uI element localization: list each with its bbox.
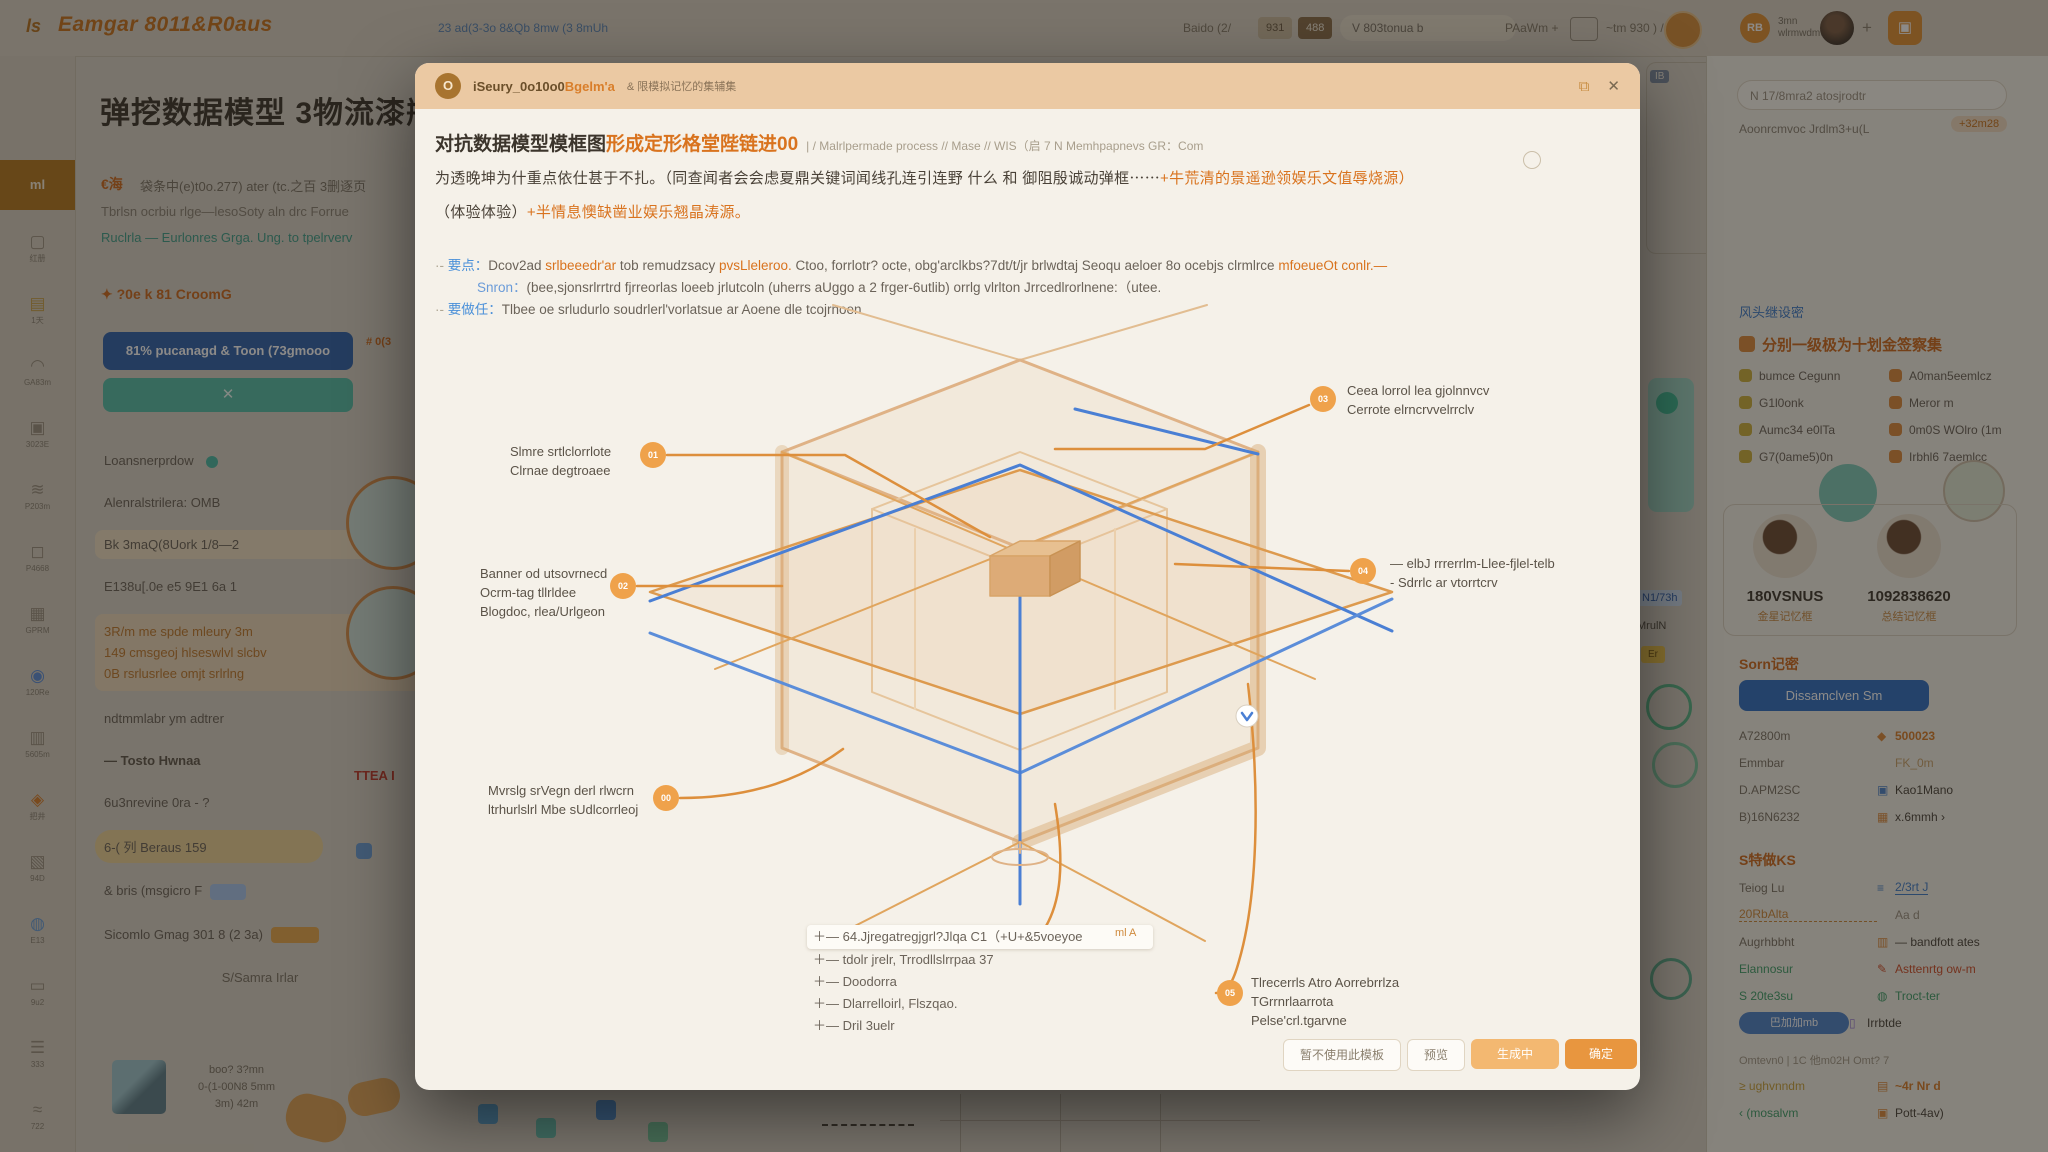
document-title: 对抗数据模型模框图形成定形格堂陛链进00| / Malrlpermade pro… — [435, 129, 1615, 156]
layer-list-item[interactable]: ＋— Dril 3uelr — [813, 1015, 1153, 1037]
layer-list-item[interactable]: ＋— Doodorra — [813, 971, 1153, 993]
copy-icon[interactable]: ⧉ — [1579, 78, 1590, 95]
annotation-right-3: Tlrecerrls Atro AorrebrrlzaTGrrnrlaarrot… — [1251, 973, 1471, 1030]
annotation-line: Pelse'crl.tgarvne — [1251, 1011, 1471, 1030]
modal-button[interactable]: 生成中 — [1471, 1039, 1559, 1069]
annotation-line: Cerrote elrncrvvelrrclv — [1347, 400, 1567, 419]
layer-list-item[interactable]: ＋— tdolr jrelr, Trrodllslrrpaa 37 — [813, 949, 1153, 971]
modal-button[interactable]: 预览 — [1407, 1039, 1465, 1071]
bullet-row-2: Snron：(bee,sjonsrlrrtrd fjrreorlas loeeb… — [435, 277, 1615, 299]
annotation-left-1: Slmre srtlclorrloteClrnae degtroaee — [510, 442, 650, 480]
annotation-line: Clrnae degtroaee — [510, 461, 650, 480]
modal-title: iSeury_0o10o0Bgelm'a — [473, 79, 615, 94]
annotation-right-2: — elbJ rrrerrlm-Llee-fjlel-telb- Sdrrlc … — [1390, 554, 1620, 592]
annotation-line: Ceea lorrol lea gjolnnvcv — [1347, 381, 1567, 400]
close-icon[interactable]: ✕ — [1607, 77, 1620, 95]
modal-app-icon: O — [435, 73, 461, 99]
annotation-left-3: Mvrslg srVegn derl rlwcrnltrhurlslrl Mbe… — [488, 781, 678, 819]
annotation-line: TGrrnrlaarrota — [1251, 992, 1471, 1011]
diagram-badge-4[interactable]: 03 — [1310, 386, 1336, 412]
diagram-badge-3[interactable]: 00 — [653, 785, 679, 811]
annotation-line: - Sdrrlc ar vtorrtcrv — [1390, 573, 1620, 592]
annotation-line: — elbJ rrrerrlm-Llee-fjlel-telb — [1390, 554, 1620, 573]
bullet-row-1: ·- 要点：Dcov2ad srlbeeedr'ar tob remudzsac… — [435, 255, 1615, 277]
modal-subtitle: & 限模拟记忆的集辅集 — [627, 78, 736, 94]
modal-button[interactable]: 确定 — [1565, 1039, 1637, 1069]
bullet-row-3: ·- 要做任：Tlbee oe srludurlo soudrlerl'vorl… — [435, 299, 1615, 321]
diagram-badge-5[interactable]: 04 — [1350, 558, 1376, 584]
annotation-line: Blogdoc, rlea/Urlgeon — [480, 602, 640, 621]
annotation-line: Slmre srtlclorrlote — [510, 442, 650, 461]
modal-footer-buttons: 暂不使用此模板预览生成中确定 — [1283, 1039, 1637, 1071]
layer-list-item[interactable]: ＋— 64.Jjregatregjgrl?Jlqa C1（+U+&5voeyoe — [807, 925, 1153, 949]
layer-list-item[interactable]: ＋— Dlarrelloirl, Flszqao. — [813, 993, 1153, 1015]
annotation-right-1: Ceea lorrol lea gjolnnvcvCerrote elrncrv… — [1347, 381, 1567, 419]
modal-header: O iSeury_0o10o0Bgelm'a & 限模拟记忆的集辅集 ⧉ ✕ — [415, 63, 1640, 109]
paragraph-2: （体验体验）+半情息懊缺凿业娱乐翘晶涛源。 — [435, 201, 1615, 222]
screen: ls Eamgar 8011&R0aus 23 ad(3-3o 8&Qb 8mw… — [0, 0, 2048, 1152]
annotation-line: ltrhurlslrl Mbe sUdlcorrleoj — [488, 800, 678, 819]
diagram-badge-1[interactable]: 01 — [640, 442, 666, 468]
modal-body: 对抗数据模型模框图形成定形格堂陛链进00| / Malrlpermade pro… — [415, 109, 1640, 1090]
annotation-line: Mvrslg srVegn derl rlwcrn — [488, 781, 678, 800]
diagram-badge-6[interactable]: 05 — [1217, 980, 1243, 1006]
annotation-line: Tlrecerrls Atro Aorrebrrlza — [1251, 973, 1471, 992]
bullet-list: ·- 要点：Dcov2ad srlbeeedr'ar tob remudzsac… — [435, 255, 1615, 321]
paragraph-1: 为透晚坤为什重点依仕甚于不扎。（同查闻者会会虑夏鼎关键词闻线孔连引连野 什么 和… — [435, 167, 1615, 188]
diagram-badge-2[interactable]: 02 — [610, 573, 636, 599]
layer-list-badge: ml A — [1115, 927, 1136, 939]
template-preview-modal: O iSeury_0o10o0Bgelm'a & 限模拟记忆的集辅集 ⧉ ✕ 对… — [415, 63, 1640, 1090]
layer-list: ＋— 64.Jjregatregjgrl?Jlqa C1（+U+&5voeyoe… — [813, 925, 1153, 1037]
modal-button[interactable]: 暂不使用此模板 — [1283, 1039, 1401, 1071]
